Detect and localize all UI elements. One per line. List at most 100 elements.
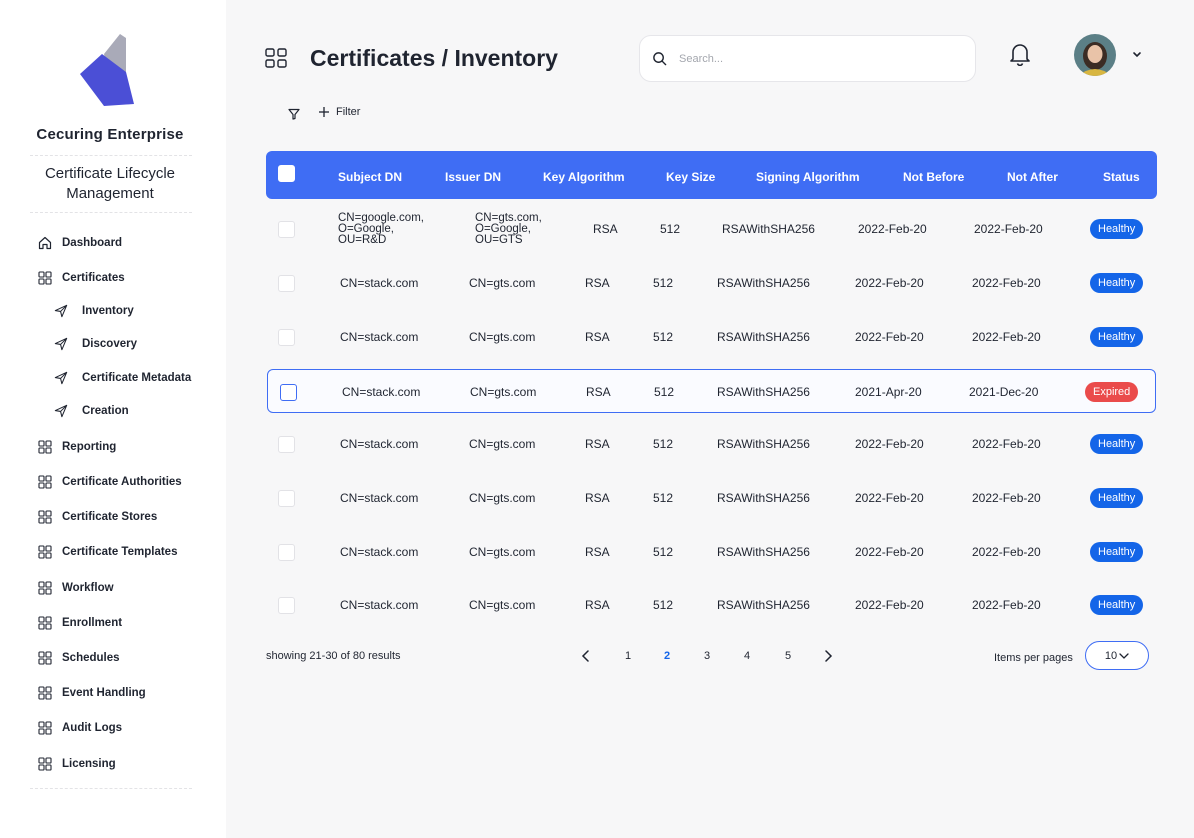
not-after-cell: 2022-Feb-20: [972, 437, 1041, 451]
sidebar-item-label: Certificate Authorities: [62, 476, 182, 488]
column-header-subject-dn[interactable]: Subject DN: [338, 151, 402, 199]
key-size-cell: 512: [660, 222, 681, 236]
sidebar-item-dashboard[interactable]: Dashboard: [38, 234, 122, 252]
table-row[interactable]: CN=stack.com CN=gts.com RSA 512 RSAWithSHA25…: [266, 476, 1157, 520]
subject-dn-cell: CN=stack.com: [340, 598, 419, 612]
signing-algorithm-cell: RSAWithSHA256: [722, 222, 815, 236]
sidebar-divider: [30, 155, 192, 156]
issuer-dn-cell: CN=gts.com: [469, 330, 536, 344]
filter-button[interactable]: Filter: [318, 106, 360, 118]
sidebar-item-label: Certificate Stores: [62, 511, 158, 523]
sidebar-item-reporting[interactable]: Reporting: [38, 438, 116, 456]
column-header-key-algorithm[interactable]: Key Algorithm: [543, 151, 625, 199]
key-algorithm-cell: RSA: [585, 437, 610, 451]
column-header-issuer-dn[interactable]: Issuer DN: [445, 151, 501, 199]
search-box[interactable]: [639, 35, 976, 82]
sidebar-divider: [30, 212, 192, 213]
user-avatar[interactable]: [1074, 34, 1116, 76]
table-row[interactable]: CN=stack.com CN=gts.com RSA 512 RSAWithSHA25…: [266, 530, 1157, 574]
grid-icon: [38, 271, 52, 285]
table-row[interactable]: CN=stack.com CN=gts.com RSA 512 RSAWithSHA25…: [266, 422, 1157, 466]
sidebar-item-label: Audit Logs: [62, 722, 123, 734]
grid-icon: [38, 686, 52, 700]
page-2-button[interactable]: 2: [664, 650, 670, 662]
column-header-not-after[interactable]: Not After: [1007, 151, 1058, 199]
status-badge: Healthy: [1090, 542, 1144, 562]
not-before-cell: 2022-Feb-20: [855, 437, 924, 451]
issuer-dn-cell: CN=gts.com: [469, 437, 536, 451]
sidebar-item-enrollment[interactable]: Enrollment: [38, 614, 122, 632]
table-row[interactable]: CN=stack.com CN=gts.com RSA 512 RSAWithSHA25…: [266, 583, 1157, 627]
not-after-cell: 2022-Feb-20: [972, 545, 1041, 559]
issuer-dn-cell: CN=gts.com: [469, 491, 536, 505]
table-row[interactable]: CN=stack.com CN=gts.com RSA 512 RSAWithSHA25…: [266, 261, 1157, 305]
column-header-signing-algorithm[interactable]: Signing Algorithm: [756, 151, 860, 199]
sidebar-item-certificate-metadata[interactable]: Certificate Metadata: [54, 369, 191, 387]
not-after-cell: 2022-Feb-20: [974, 222, 1043, 236]
subject-dn-cell: CN=stack.com: [342, 385, 421, 399]
row-checkbox[interactable]: [278, 490, 295, 507]
column-header-not-before[interactable]: Not Before: [903, 151, 964, 199]
sidebar-item-label: Certificate Templates: [62, 546, 178, 558]
page-5-button[interactable]: 5: [785, 650, 791, 662]
sidebar-item-creation[interactable]: Creation: [54, 402, 129, 420]
key-algorithm-cell: RSA: [586, 385, 611, 399]
sidebar-item-schedules[interactable]: Schedules: [38, 649, 120, 667]
row-checkbox[interactable]: [278, 544, 295, 561]
select-all-checkbox[interactable]: [278, 165, 295, 182]
module-title: Certificate Lifecycle Management: [44, 165, 176, 202]
sidebar-item-audit-logs[interactable]: Audit Logs: [38, 719, 122, 737]
grid-icon: [38, 721, 52, 735]
key-algorithm-cell: RSA: [585, 330, 610, 344]
items-per-page-select[interactable]: 10: [1085, 641, 1149, 670]
funnel-icon[interactable]: [288, 108, 300, 120]
sidebar-item-discovery[interactable]: Discovery: [54, 335, 137, 353]
row-checkbox[interactable]: [278, 329, 295, 346]
page-title: Certificates / Inventory: [310, 45, 558, 71]
chevron-down-icon[interactable]: [1131, 50, 1143, 60]
table-row[interactable]: CN=stack.com CN=gts.com RSA 512 RSAWithSHA25…: [266, 315, 1157, 359]
key-algorithm-cell: RSA: [585, 491, 610, 505]
table-row[interactable]: CN=stack.com CN=gts.com RSA 512 RSAWithSHA25…: [267, 369, 1156, 413]
column-header-key-size[interactable]: Key Size: [666, 151, 715, 199]
page-1-button[interactable]: 1: [625, 650, 631, 662]
signing-algorithm-cell: RSAWithSHA256: [717, 330, 810, 344]
sidebar-item-inventory[interactable]: Inventory: [54, 302, 134, 320]
apps-grid-icon[interactable]: [265, 48, 287, 68]
sidebar-item-workflow[interactable]: Workflow: [38, 579, 114, 597]
page-4-button[interactable]: 4: [744, 650, 750, 662]
key-size-cell: 512: [653, 330, 674, 344]
plus-icon: [319, 107, 329, 117]
column-header-status[interactable]: Status: [1103, 151, 1140, 199]
subject-dn-cell-line: OU=R&D: [338, 234, 387, 246]
sidebar-item-certificate-authorities[interactable]: Certificate Authorities: [38, 473, 182, 491]
table-row[interactable]: CN=google.com, O=Google, OU=R&D CN=gts.com,…: [266, 207, 1157, 251]
signing-algorithm-cell: RSAWithSHA256: [717, 491, 810, 505]
subject-dn-cell: CN=stack.com: [340, 276, 419, 290]
sidebar-item-certificates[interactable]: Certificates: [38, 269, 125, 287]
avatar-portrait-icon: [1074, 34, 1116, 76]
sidebar-item-certificate-stores[interactable]: Certificate Stores: [38, 508, 157, 526]
row-checkbox[interactable]: [278, 275, 295, 292]
previous-page-icon[interactable]: [581, 650, 591, 662]
row-checkbox[interactable]: [280, 384, 297, 401]
items-per-page-label: Items per pages: [994, 652, 1073, 664]
subject-dn-cell: CN=stack.com: [340, 437, 419, 451]
row-checkbox[interactable]: [278, 436, 295, 453]
next-page-icon[interactable]: [823, 650, 833, 662]
search-input[interactable]: [679, 52, 939, 65]
notification-bell-icon[interactable]: [1009, 42, 1031, 66]
page-3-button[interactable]: 3: [704, 650, 710, 662]
sidebar-item-licensing[interactable]: Licensing: [38, 755, 116, 773]
sidebar-item-event-handling[interactable]: Event Handling: [38, 684, 146, 702]
key-algorithm-cell: RSA: [585, 276, 610, 290]
row-checkbox[interactable]: [278, 221, 295, 238]
sidebar-item-label: Inventory: [82, 305, 134, 317]
signing-algorithm-cell: RSAWithSHA256: [717, 385, 810, 399]
row-checkbox[interactable]: [278, 597, 295, 614]
key-algorithm-cell: RSA: [585, 598, 610, 612]
company-logo: [80, 34, 134, 106]
not-before-cell: 2022-Feb-20: [855, 598, 924, 612]
sidebar-item-label: Workflow: [62, 582, 114, 594]
sidebar-item-certificate-templates[interactable]: Certificate Templates: [38, 543, 177, 561]
